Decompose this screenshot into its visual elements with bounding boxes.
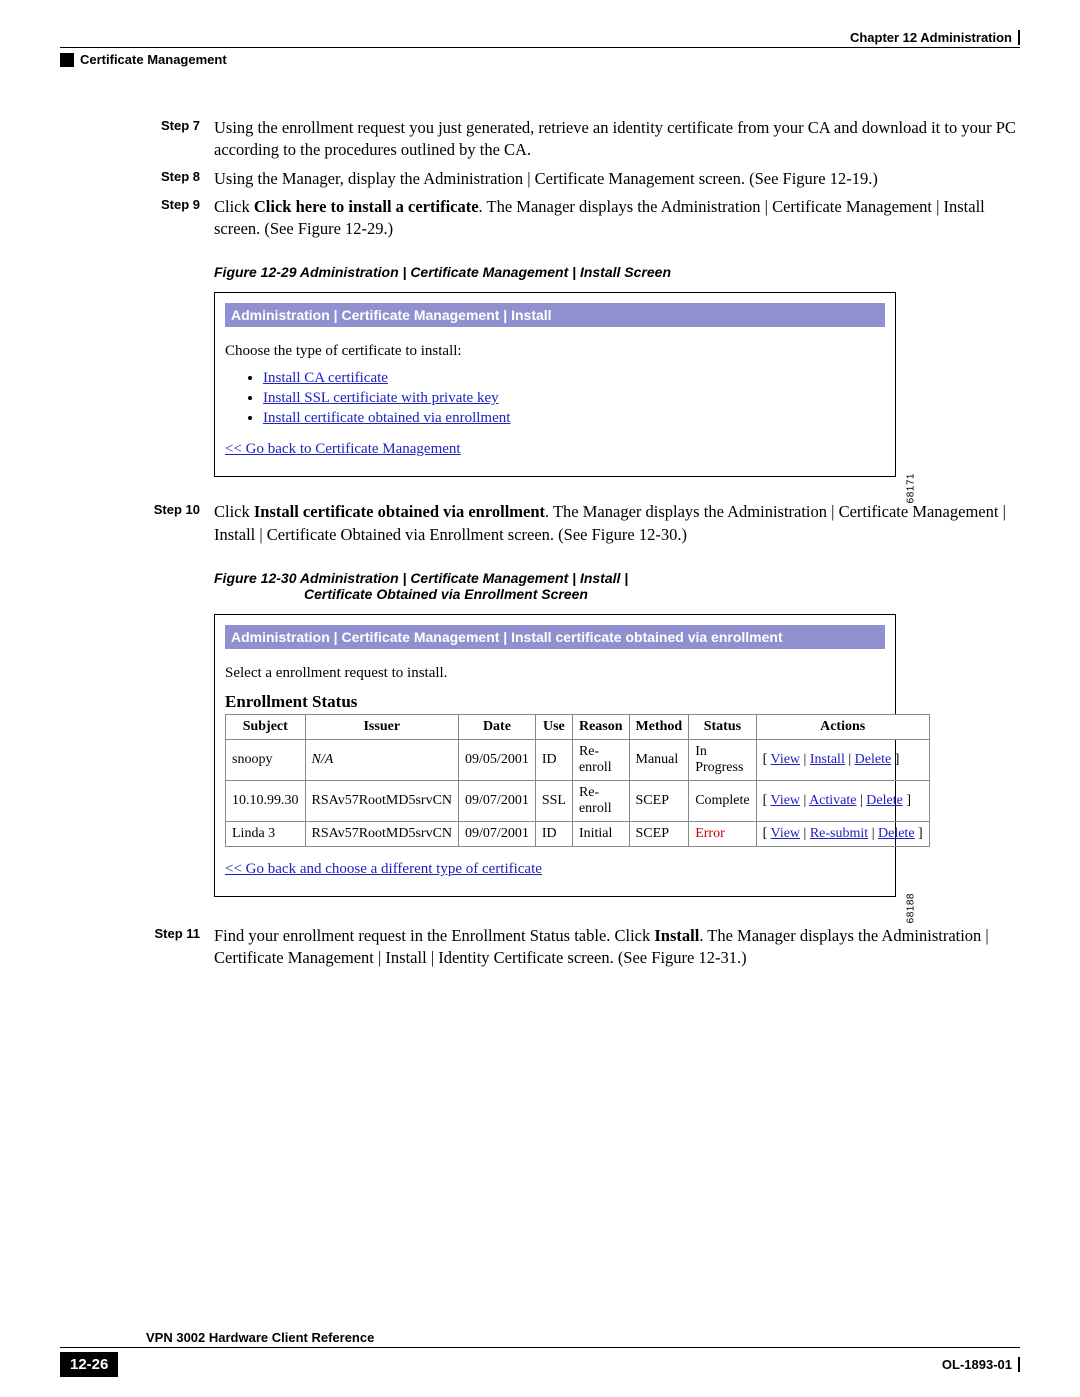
cell-reason: Initial xyxy=(572,821,629,846)
step-label: Step 8 xyxy=(140,168,200,190)
cell-actions: [ View | Re-submit | Delete ] xyxy=(756,821,929,846)
step-8: Step 8 Using the Manager, display the Ad… xyxy=(140,168,1020,190)
header-chapter: Chapter 12 Administration xyxy=(850,30,1020,45)
step-11: Step 11 Find your enrollment request in … xyxy=(140,925,1020,970)
cell-use: SSL xyxy=(535,780,572,821)
action-delete-link[interactable]: Delete xyxy=(855,752,892,767)
cell-date: 09/05/2001 xyxy=(459,739,536,780)
figure-caption: Figure 12-29 Administration | Certificat… xyxy=(214,264,1020,280)
table-row: snoopy N/A 09/05/2001 ID Re-enroll Manua… xyxy=(226,739,930,780)
cell-method: SCEP xyxy=(629,780,689,821)
step-label: Step 9 xyxy=(140,196,200,241)
instruction-bold: Install xyxy=(654,926,699,945)
step-10: Step 10 Click Install certificate obtain… xyxy=(140,501,1020,546)
figure-caption: Figure 12-30 Administration | Certificat… xyxy=(214,570,1020,602)
table-row: Linda 3 RSAv57RootMD5srvCN 09/07/2001 ID… xyxy=(226,821,930,846)
col-subject: Subject xyxy=(226,714,306,739)
step-text: Using the enrollment request you just ge… xyxy=(214,117,1020,162)
cell-method: SCEP xyxy=(629,821,689,846)
step-label: Step 10 xyxy=(140,501,200,546)
instruction-bold: Click here to install a certificate xyxy=(254,197,479,216)
figure-side-id: 68171 xyxy=(905,473,916,503)
action-activate-link[interactable]: Activate xyxy=(809,793,856,808)
figure-reference: Figure 12-31 xyxy=(651,948,737,967)
action-resubmit-link[interactable]: Re-submit xyxy=(810,826,868,841)
screen-prompt: Select a enrollment request to install. xyxy=(225,665,885,682)
header: Chapter 12 Administration Certificate Ma… xyxy=(60,30,1020,67)
cell-method: Manual xyxy=(629,739,689,780)
figure-side-id: 68188 xyxy=(905,893,916,923)
screen-title-bar: Administration | Certificate Management … xyxy=(225,303,885,327)
step-7: Step 7 Using the enrollment request you … xyxy=(140,117,1020,162)
col-actions: Actions xyxy=(756,714,929,739)
table-row: 10.10.99.30 RSAv57RootMD5srvCN 09/07/200… xyxy=(226,780,930,821)
col-issuer: Issuer xyxy=(305,714,459,739)
figure-12-29: Administration | Certificate Management … xyxy=(214,292,914,477)
cell-date: 09/07/2001 xyxy=(459,821,536,846)
col-date: Date xyxy=(459,714,536,739)
cell-subject: 10.10.99.30 xyxy=(226,780,306,821)
cell-use: ID xyxy=(535,739,572,780)
cell-status: In Progress xyxy=(689,739,756,780)
step-text: Using the Manager, display the Administr… xyxy=(214,168,878,190)
go-back-link[interactable]: << Go back and choose a different type o… xyxy=(225,861,542,877)
col-use: Use xyxy=(535,714,572,739)
cell-issuer: N/A xyxy=(305,739,459,780)
table-header-row: Subject Issuer Date Use Reason Method St… xyxy=(226,714,930,739)
step-text: Click Click here to install a certificat… xyxy=(214,196,1020,241)
instruction-bold: Install certificate obtained via enrollm… xyxy=(254,502,545,521)
footer: VPN 3002 Hardware Client Reference 12-26… xyxy=(60,1330,1020,1377)
footer-doc-title: VPN 3002 Hardware Client Reference xyxy=(60,1330,1020,1348)
figure-reference: Figure 12-29 xyxy=(298,219,384,238)
cell-reason: Re-enroll xyxy=(572,739,629,780)
screen-title-bar: Administration | Certificate Management … xyxy=(225,625,885,649)
install-enrollment-cert-link[interactable]: Install certificate obtained via enrollm… xyxy=(263,410,510,426)
action-view-link[interactable]: View xyxy=(771,752,800,767)
enrollment-status-table: Subject Issuer Date Use Reason Method St… xyxy=(225,714,930,847)
install-ssl-cert-link[interactable]: Install SSL certificiate with private ke… xyxy=(263,390,499,406)
figure-12-30: Administration | Certificate Management … xyxy=(214,614,914,897)
col-status: Status xyxy=(689,714,756,739)
cell-reason: Re-enroll xyxy=(572,780,629,821)
cell-use: ID xyxy=(535,821,572,846)
action-install-link[interactable]: Install xyxy=(810,752,845,767)
section-marker-icon xyxy=(60,53,74,67)
cell-subject: Linda 3 xyxy=(226,821,306,846)
enrollment-status-heading: Enrollment Status xyxy=(225,692,885,712)
action-view-link[interactable]: View xyxy=(771,826,800,841)
screen-prompt: Choose the type of certificate to instal… xyxy=(225,343,885,360)
col-method: Method xyxy=(629,714,689,739)
cell-status: Error xyxy=(689,821,756,846)
doc-id: OL-1893-01 xyxy=(942,1357,1020,1372)
cell-actions: [ View | Install | Delete ] xyxy=(756,739,929,780)
cell-actions: [ View | Activate | Delete ] xyxy=(756,780,929,821)
step-label: Step 11 xyxy=(140,925,200,970)
action-view-link[interactable]: View xyxy=(771,793,800,808)
cell-status: Complete xyxy=(689,780,756,821)
step-9: Step 9 Click Click here to install a cer… xyxy=(140,196,1020,241)
cell-issuer: RSAv57RootMD5srvCN xyxy=(305,821,459,846)
col-reason: Reason xyxy=(572,714,629,739)
action-delete-link[interactable]: Delete xyxy=(866,793,903,808)
cell-date: 09/07/2001 xyxy=(459,780,536,821)
cell-subject: snoopy xyxy=(226,739,306,780)
install-ca-cert-link[interactable]: Install CA certificate xyxy=(263,370,388,386)
page-number-badge: 12-26 xyxy=(60,1352,118,1377)
header-section: Certificate Management xyxy=(80,52,227,67)
step-label: Step 7 xyxy=(140,117,200,162)
cell-issuer: RSAv57RootMD5srvCN xyxy=(305,780,459,821)
install-type-list: Install CA certificate Install SSL certi… xyxy=(263,370,885,427)
action-delete-link[interactable]: Delete xyxy=(878,826,915,841)
figure-reference: Figure 12-19 xyxy=(783,169,869,188)
step-text: Click Install certificate obtained via e… xyxy=(214,501,1020,546)
go-back-link[interactable]: << Go back to Certificate Management xyxy=(225,441,461,457)
step-text: Find your enrollment request in the Enro… xyxy=(214,925,1020,970)
figure-reference: Figure 12-30 xyxy=(592,525,678,544)
